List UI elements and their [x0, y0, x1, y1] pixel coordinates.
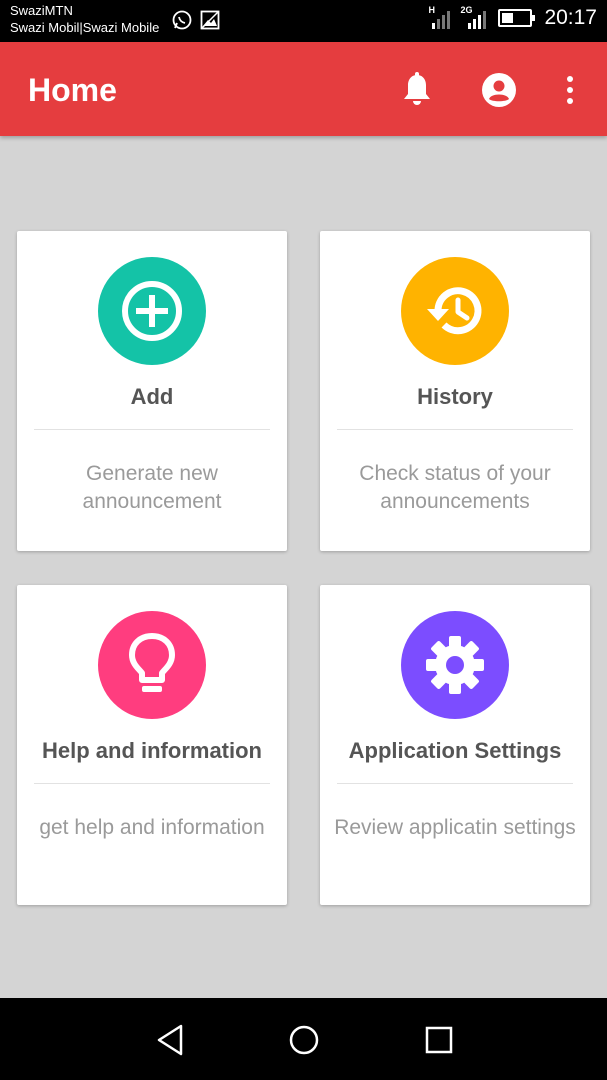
- card-title: Application Settings: [348, 738, 562, 763]
- image-icon: [199, 9, 221, 36]
- recents-icon[interactable]: [419, 1020, 459, 1060]
- app-bar: Home: [0, 42, 607, 136]
- settings-card[interactable]: Application Settings Review applicatin s…: [320, 585, 590, 905]
- divider: [34, 783, 270, 784]
- divider: [34, 429, 270, 430]
- signal-icon: H: [428, 5, 451, 29]
- network-type-label: 2G: [460, 5, 473, 15]
- more-vert-icon[interactable]: [550, 70, 590, 110]
- help-card[interactable]: Help and information get help and inform…: [17, 585, 287, 905]
- card-title: History: [417, 384, 493, 409]
- card-description: Check status of your announcements: [359, 462, 551, 513]
- network-type-label: H: [428, 5, 435, 15]
- home-icon[interactable]: [284, 1020, 324, 1060]
- add-card[interactable]: Add Generate new announcement: [17, 231, 287, 551]
- page-title: Home: [28, 72, 117, 108]
- status-bar: SwaziMTN Swazi Mobil|Swazi Mobile H 2G 2…: [0, 0, 607, 42]
- battery-icon: [498, 9, 536, 27]
- bell-icon[interactable]: [397, 70, 437, 110]
- card-title: Help and information: [42, 738, 262, 763]
- divider: [337, 429, 573, 430]
- account-icon[interactable]: [479, 70, 519, 110]
- divider: [337, 783, 573, 784]
- add-circle-icon: [98, 257, 206, 365]
- lightbulb-icon: [98, 611, 206, 719]
- card-description: Review applicatin settings: [334, 816, 576, 839]
- status-time: 20:17: [544, 6, 597, 29]
- card-description: Generate new announcement: [82, 462, 222, 513]
- whatsapp-icon: [171, 9, 193, 36]
- carrier-name-secondary: Swazi Mobil|Swazi Mobile: [10, 20, 160, 35]
- settings-icon: [401, 611, 509, 719]
- carrier-name: SwaziMTN: [10, 3, 73, 18]
- card-description: get help and information: [39, 816, 265, 839]
- back-icon[interactable]: [150, 1020, 190, 1060]
- history-icon: [401, 257, 509, 365]
- history-card[interactable]: History Check status of your announcemen…: [320, 231, 590, 551]
- card-title: Add: [130, 384, 174, 409]
- navigation-bar: [0, 998, 607, 1080]
- signal-icon: 2G: [460, 5, 487, 29]
